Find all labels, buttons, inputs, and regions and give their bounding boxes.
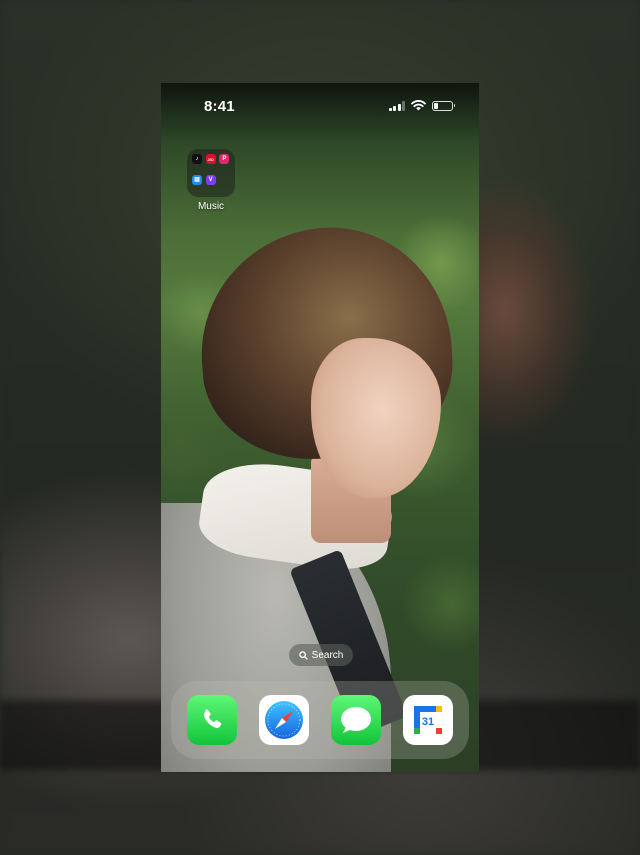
search-icon [298,650,308,660]
dock-safari-app[interactable] [259,695,309,745]
files-icon: ▤ [192,174,202,185]
wifi-icon [411,100,426,111]
messages-bubble-icon [341,707,371,733]
calendar-icon: 31 [414,706,442,734]
dock: 31 [171,681,469,759]
jiosaavn-icon: JIO [205,154,216,164]
cellular-signal-icon [388,100,405,111]
phone-home-screen: 8:41 ♪ JIO P ▤ V Music Search 31 [161,83,479,772]
battery-icon [432,100,455,111]
calendar-date-label: 31 [422,716,434,728]
battery-level-fill [434,102,439,109]
folder-label: Music [197,201,225,212]
search-label: Search [311,649,344,661]
music-folder[interactable]: ♪ JIO P ▤ V [187,149,235,197]
safari-compass-icon [265,701,303,739]
dock-calendar-app[interactable]: 31 [403,695,453,745]
status-icons [388,100,455,111]
phone-icon [203,709,222,729]
tiktok-icon: ♪ [192,154,202,164]
dock-messages-app[interactable] [331,695,381,745]
pocketfm-icon: P [219,154,230,164]
vlog-icon: V [205,174,216,185]
dock-phone-app[interactable] [187,695,237,745]
status-bar: 8:41 [161,83,479,131]
status-time: 8:41 [204,98,235,115]
search-button[interactable]: Search [289,644,353,666]
